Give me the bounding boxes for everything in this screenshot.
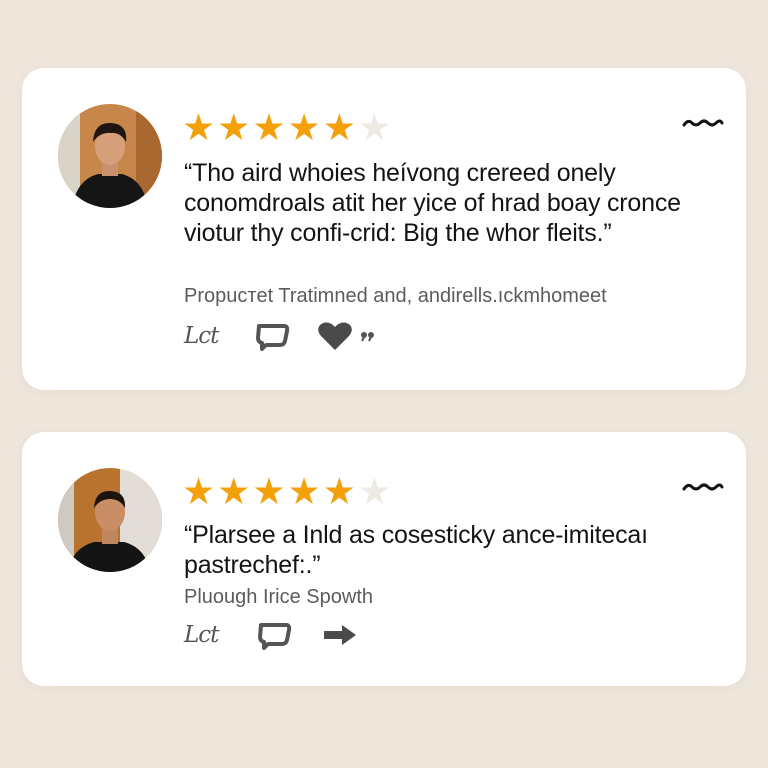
share-arrow-icon	[324, 625, 356, 645]
review-card: ★ ★ ★ ★ ★ ★ “Tho aird whoies heívong cre…	[22, 68, 746, 390]
message-icon	[258, 623, 292, 650]
message-button[interactable]	[256, 620, 294, 650]
star-rating[interactable]: ★ ★ ★ ★ ★ ★	[182, 472, 391, 512]
lct-icon: Lct	[184, 323, 219, 349]
star-filled-icon[interactable]: ★	[217, 108, 250, 148]
star-empty-icon[interactable]: ★	[358, 472, 391, 512]
heart-icon	[318, 322, 352, 350]
review-quote: “Tho aird whoies heívong crereed onely c…	[184, 159, 681, 247]
review-attribution: Propucтet Tratimned and, andirells.ıckmh…	[184, 285, 607, 307]
star-filled-icon[interactable]: ★	[288, 472, 321, 512]
star-rating[interactable]: ★ ★ ★ ★ ★ ★	[182, 108, 391, 148]
like-button[interactable]	[316, 320, 354, 352]
star-filled-icon[interactable]: ★	[252, 472, 285, 512]
review-attribution: Pluough Irice Spowth	[184, 586, 374, 608]
message-icon	[256, 324, 290, 351]
quote-button[interactable]	[360, 329, 376, 343]
star-filled-icon[interactable]: ★	[288, 108, 321, 148]
star-empty-icon[interactable]: ★	[358, 108, 391, 148]
message-button[interactable]	[254, 321, 292, 351]
avatar	[58, 104, 162, 208]
lct-button[interactable]: Lct	[184, 622, 228, 648]
avatar	[58, 468, 162, 572]
star-filled-icon[interactable]: ★	[323, 472, 356, 512]
squiggle-menu-icon[interactable]	[682, 116, 724, 130]
review-quote: “Plarsee a Inld as cosesticky ance-imite…	[184, 521, 648, 579]
star-filled-icon[interactable]: ★	[323, 108, 356, 148]
avatar-photo	[58, 104, 162, 208]
squiggle-menu-icon[interactable]	[682, 480, 724, 494]
lct-icon: Lct	[184, 622, 219, 648]
star-filled-icon[interactable]: ★	[182, 472, 215, 512]
review-actions: Lct	[184, 620, 358, 650]
review-card: ★ ★ ★ ★ ★ ★ “Plarsee a Inld as cosestick…	[22, 432, 746, 686]
star-filled-icon[interactable]: ★	[217, 472, 250, 512]
quote-icon	[361, 332, 374, 342]
review-actions: Lct	[184, 320, 376, 352]
share-button[interactable]	[322, 623, 358, 647]
star-filled-icon[interactable]: ★	[252, 108, 285, 148]
star-filled-icon[interactable]: ★	[182, 108, 215, 148]
lct-button[interactable]: Lct	[184, 323, 228, 349]
avatar-photo	[58, 468, 162, 572]
